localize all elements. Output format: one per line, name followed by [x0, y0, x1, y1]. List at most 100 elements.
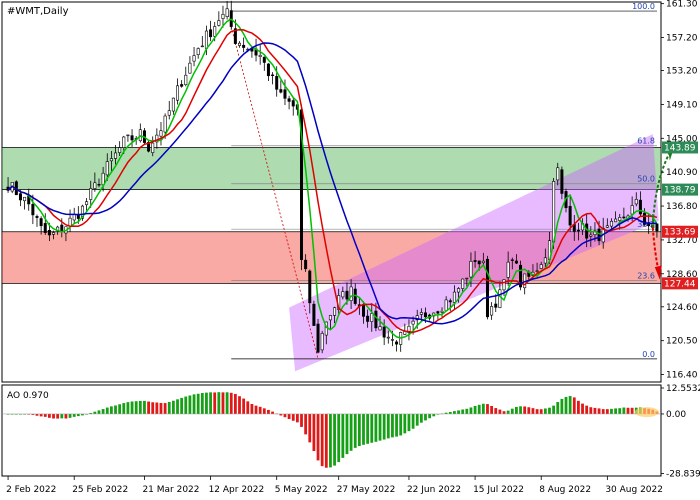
candle-body: [485, 258, 489, 318]
candle-body: [242, 44, 246, 48]
ao-bar: [324, 413, 328, 468]
candle-body: [585, 223, 589, 239]
ao-bar: [614, 408, 618, 414]
price-tick-label: 140.90: [666, 168, 698, 178]
ao-bar: [200, 393, 204, 414]
ao-bar: [209, 392, 212, 414]
ao-bar: [382, 413, 386, 440]
candle-body: [60, 224, 64, 232]
ao-bar: [167, 401, 171, 414]
candle-body: [328, 315, 332, 321]
ao-bar: [138, 400, 142, 414]
candle-body: [176, 85, 180, 101]
price-tick-label: 120.50: [666, 337, 698, 347]
ao-bar: [258, 406, 262, 414]
candle-body: [204, 30, 208, 49]
ao-bar: [568, 396, 572, 414]
ao-bar: [126, 402, 130, 414]
price-tags: 143.89 138.79 133.69 127.44: [662, 141, 698, 290]
ao-bar: [333, 413, 336, 466]
ao-bar: [105, 407, 109, 414]
candle-body: [167, 110, 171, 116]
ao-bar: [337, 413, 341, 463]
ao-bar: [589, 407, 593, 414]
candle-body: [159, 130, 163, 137]
ao-bar: [585, 405, 589, 414]
candle-body: [68, 217, 72, 227]
candle-body: [390, 339, 394, 341]
candle-body: [213, 26, 217, 37]
candle-body: [221, 13, 225, 19]
ao-bar: [163, 403, 167, 414]
price-tag-label: 127.44: [664, 279, 696, 289]
candle-body: [43, 223, 47, 234]
ao-bar: [448, 411, 452, 414]
ao-bar: [64, 413, 68, 419]
candle-body: [316, 323, 320, 353]
time-tick-label: 2 Feb 2022: [6, 485, 56, 495]
candle-body: [188, 62, 192, 74]
candle-body: [312, 303, 316, 326]
ao-bar: [304, 413, 308, 435]
ao-bar: [72, 413, 76, 417]
candle-body: [494, 303, 498, 308]
ao-bar: [564, 396, 568, 414]
ao-bar: [233, 393, 237, 414]
candle-body: [283, 89, 287, 99]
ao-bar: [395, 413, 398, 437]
ao-bar: [486, 404, 489, 414]
ao-bar: [386, 413, 390, 439]
ao-bar: [60, 413, 64, 419]
candle-body: [543, 257, 547, 264]
ao-bar: [134, 401, 138, 414]
candle-body: [238, 42, 242, 46]
ao-bar: [109, 406, 113, 414]
chart-title: #WMT,Daily: [7, 6, 69, 17]
ao-bar: [552, 405, 556, 414]
candle-body: [622, 216, 626, 219]
time-tick-label: 25 Feb 2022: [72, 485, 128, 495]
candle-body: [109, 158, 113, 162]
candle-body: [457, 288, 461, 293]
ao-bar: [593, 407, 597, 414]
ao-bar: [523, 406, 527, 414]
candle-body: [419, 312, 423, 315]
ao-bar: [97, 410, 101, 414]
candle-body: [502, 279, 506, 291]
candle-body: [370, 313, 374, 322]
ao-axis: 12.5532 0.00 -28.8391: [661, 384, 700, 480]
ao-bar: [605, 409, 609, 414]
candle-body: [126, 134, 130, 137]
ao-bar: [221, 392, 225, 414]
candle-body: [200, 45, 204, 48]
time-tick-label: 8 Aug 2022: [539, 485, 591, 495]
fib-level-label: 61.8: [637, 137, 655, 146]
candle-body: [93, 182, 97, 189]
chart-canvas: 100.061.850.038.223.60.0 116.40120.50124…: [1, 0, 700, 495]
ao-bar: [52, 413, 55, 419]
candle-body: [568, 205, 572, 226]
candle-body: [105, 161, 109, 176]
candle-body: [366, 315, 370, 322]
ao-bar: [453, 411, 456, 414]
candle-body: [97, 184, 101, 186]
candle-body: [333, 307, 337, 316]
candle-body: [386, 336, 390, 339]
candle-body: [630, 205, 634, 215]
ao-bar: [535, 409, 539, 414]
candle-body: [114, 152, 118, 159]
ao-bar: [506, 410, 510, 414]
candle-body: [275, 76, 279, 90]
candle-body: [498, 289, 502, 308]
price-tick-label: 124.60: [666, 303, 698, 313]
ao-bar: [601, 409, 605, 414]
ao-bar: [345, 413, 349, 455]
candle-body: [609, 220, 613, 227]
ao-bar: [378, 413, 382, 441]
ao-bar: [250, 403, 254, 414]
ao-bar: [76, 413, 80, 417]
ao-bar: [515, 406, 518, 414]
candle-body: [320, 333, 324, 351]
candle-body: [374, 310, 378, 329]
fib-level-label: 23.6: [637, 271, 655, 280]
